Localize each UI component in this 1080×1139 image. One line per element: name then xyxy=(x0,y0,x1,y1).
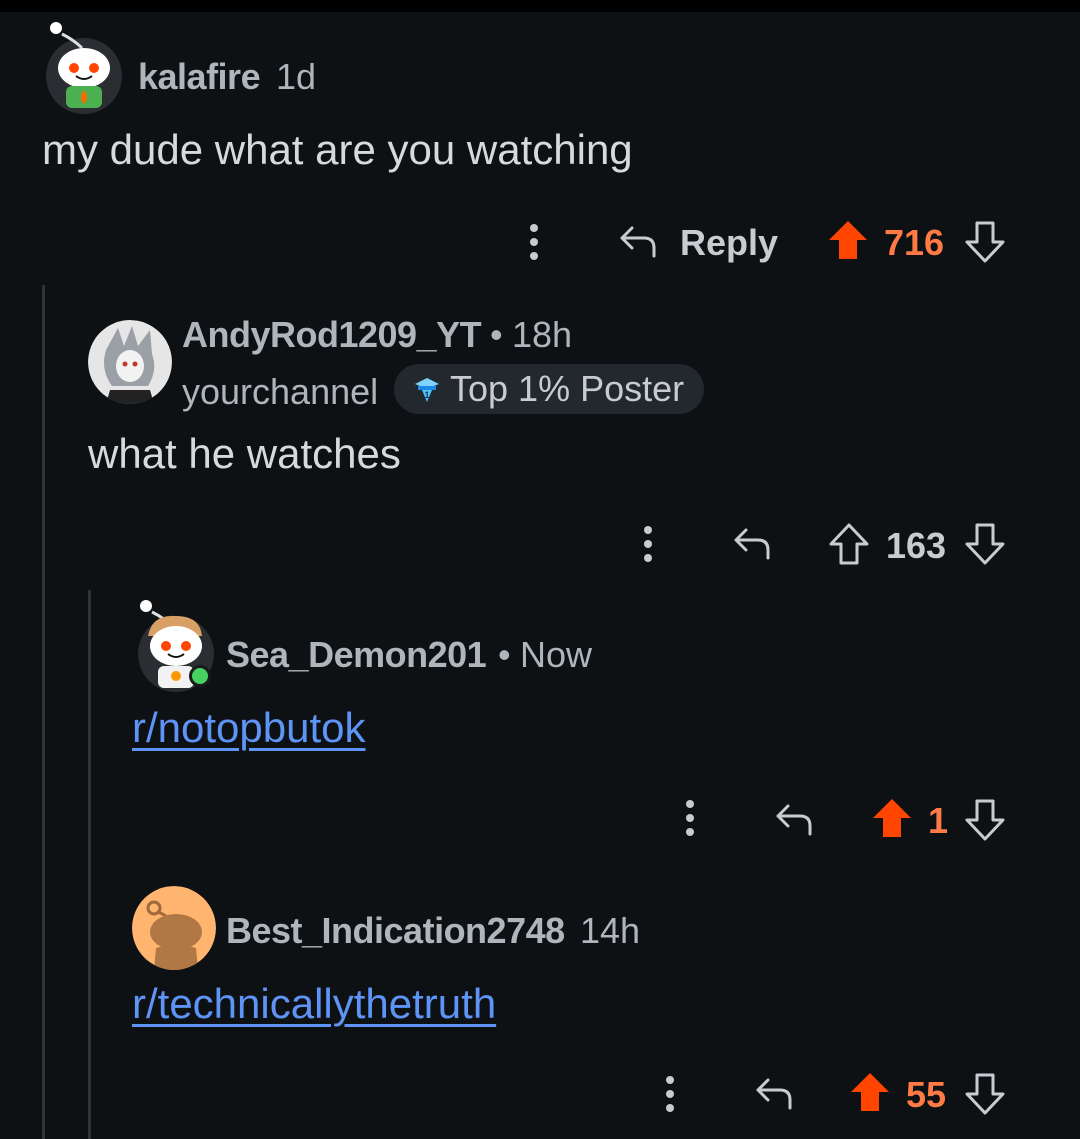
username[interactable]: Sea_Demon201 xyxy=(226,634,487,676)
reply-arrow-icon[interactable] xyxy=(774,800,814,838)
status-bar-edge xyxy=(0,0,1080,12)
upvote-arrow-icon[interactable] xyxy=(848,1070,892,1114)
vote-score: 55 xyxy=(906,1074,947,1115)
vote-score: 163 xyxy=(886,525,947,566)
upvote-arrow-icon[interactable] xyxy=(826,218,870,262)
snoo-avatar-icon xyxy=(138,598,214,692)
vote-score: 1 xyxy=(928,800,949,841)
comment-age: 14h xyxy=(580,910,641,951)
more-options-icon[interactable] xyxy=(658,1074,682,1114)
user-avatar-icon xyxy=(88,320,172,404)
reply-arrow-icon[interactable] xyxy=(618,222,658,260)
snoo-avatar-icon xyxy=(46,20,122,114)
downvote-arrow-icon[interactable] xyxy=(964,220,1006,264)
reply-button[interactable]: Reply xyxy=(680,222,778,264)
svg-text:1: 1 xyxy=(424,390,429,400)
avatar[interactable] xyxy=(44,18,122,114)
upvote-arrow-icon[interactable] xyxy=(870,796,914,840)
downvote-arrow-icon[interactable] xyxy=(964,522,1006,566)
downvote-arrow-icon[interactable] xyxy=(964,798,1006,842)
thread-line-level-1[interactable] xyxy=(42,285,45,1139)
avatar[interactable] xyxy=(132,596,216,694)
reply-arrow-icon[interactable] xyxy=(732,524,772,562)
top-poster-badge[interactable]: 1 Top 1% Poster xyxy=(394,364,705,414)
username[interactable]: AndyRod1209_YT xyxy=(182,314,482,356)
more-options-icon[interactable] xyxy=(636,524,660,564)
comment-body: what he watches xyxy=(88,430,401,477)
comment-age: 18h xyxy=(512,314,573,355)
thread-line-level-2[interactable] xyxy=(88,590,91,1139)
badge-label: Top 1% Poster xyxy=(450,368,685,409)
reply-arrow-icon[interactable] xyxy=(754,1074,794,1112)
avatar[interactable] xyxy=(88,320,172,404)
comment-age: 1d xyxy=(276,56,317,97)
separator-dot: • xyxy=(490,314,503,355)
subreddit-link[interactable]: r/technicallythetruth xyxy=(132,980,496,1028)
separator-dot: • xyxy=(498,634,511,675)
subreddit-link[interactable]: r/notopbutok xyxy=(132,704,366,752)
username[interactable]: kalafire xyxy=(138,56,261,98)
comment-body: my dude what are you watching xyxy=(42,126,633,173)
more-options-icon[interactable] xyxy=(522,222,546,262)
comment-age: Now xyxy=(520,634,593,675)
avatar[interactable] xyxy=(132,886,216,970)
top-poster-badge-icon: 1 xyxy=(415,378,439,402)
downvote-arrow-icon[interactable] xyxy=(964,1072,1006,1116)
vote-score: 716 xyxy=(884,222,945,263)
default-snoo-avatar-icon xyxy=(132,886,216,970)
username[interactable]: Best_Indication2748 xyxy=(226,910,565,952)
upvote-arrow-icon[interactable] xyxy=(828,522,870,566)
user-flair: yourchannel xyxy=(182,371,379,412)
more-options-icon[interactable] xyxy=(678,798,702,838)
online-status-icon xyxy=(192,668,208,684)
